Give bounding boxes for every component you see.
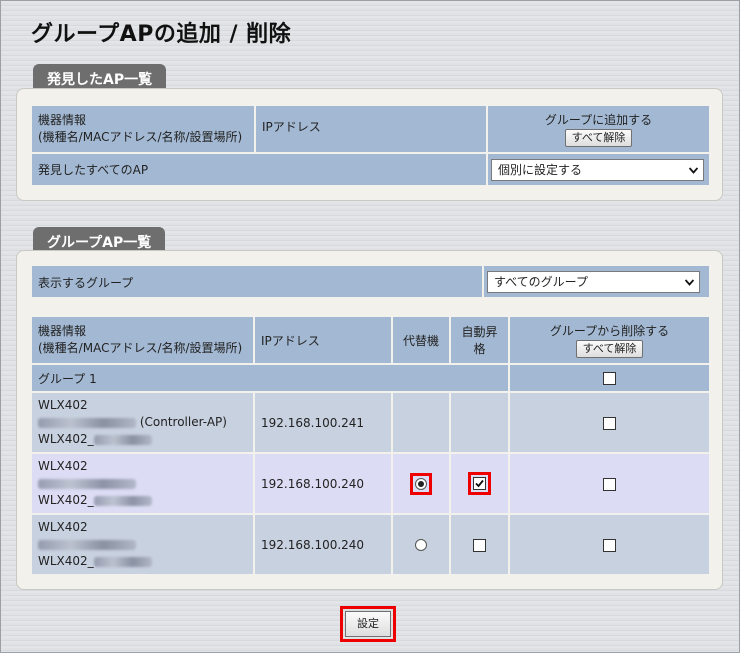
- group-name: グループ 1: [30, 363, 510, 393]
- add-to-group-label: グループに追加する: [544, 112, 653, 127]
- page-title: グループAPの追加 / 削除: [31, 22, 292, 47]
- table-row: WLX402 (Controller-AP) WLX402_ 192.168.1…: [30, 391, 711, 454]
- redacted-mac: [38, 417, 136, 428]
- device-info-header: 機器情報 (機種名/MACアドレス/名称/設置場所): [30, 104, 256, 154]
- display-group-table: 表示するグループ すべてのグループ: [30, 264, 711, 299]
- device-info-header-line1: 機器情報: [38, 113, 87, 127]
- device-name-line: WLX402_: [38, 431, 247, 448]
- delete-checkbox[interactable]: [603, 538, 616, 552]
- device-name-prefix: WLX402_: [38, 432, 94, 446]
- all-ap-select-cell: 個別に設定する: [486, 152, 711, 187]
- alt-cell: [391, 452, 451, 515]
- promote-cell: [449, 391, 510, 454]
- checkmark-icon: [475, 479, 484, 488]
- ip-header: IPアドレス: [253, 315, 393, 365]
- display-group-row: 表示するグループ すべてのグループ: [30, 264, 711, 299]
- all-ap-row: 発見したすべてのAP 個別に設定する: [30, 152, 711, 187]
- add-to-group-header: グループに追加する すべて解除: [486, 104, 711, 154]
- ip-header: IPアドレス: [254, 104, 488, 154]
- discovered-header-row: 機器情報 (機種名/MACアドレス/名称/設置場所) IPアドレス グループに追…: [30, 104, 711, 154]
- device-info-header-line1: 機器情報: [38, 324, 87, 338]
- alt-cell: [391, 513, 451, 576]
- redacted-name: [93, 495, 152, 506]
- group-header-row: 機器情報 (機種名/MACアドレス/名称/設置場所) IPアドレス 代替機 自動…: [30, 315, 711, 365]
- group-delete-cell: [508, 363, 711, 393]
- device-mac-line: [38, 536, 247, 553]
- device-model: WLX402: [38, 398, 88, 412]
- discovered-ap-table: 機器情報 (機種名/MACアドレス/名称/設置場所) IPアドレス グループに追…: [30, 104, 711, 187]
- display-group-select[interactable]: すべてのグループ: [487, 270, 700, 293]
- delete-from-group-header: グループから削除する すべて解除: [508, 315, 711, 365]
- ip-header-label: IPアドレス: [261, 333, 320, 348]
- device-info-cell: WLX402 WLX402_: [30, 452, 255, 515]
- table-row: WLX402 WLX402_ 192.168.100.240: [30, 513, 711, 576]
- promote-header-label: 自動昇格: [461, 325, 498, 356]
- display-group-select-value: すべてのグループ: [494, 274, 588, 289]
- device-model: WLX402: [38, 459, 88, 473]
- redacted-name: [93, 434, 152, 445]
- table-row: WLX402 WLX402_ 192.168.100.240: [30, 452, 711, 515]
- highlight-marker: [468, 472, 491, 495]
- redacted-name: [93, 556, 152, 567]
- group-ap-table: 機器情報 (機種名/MACアドレス/名称/設置場所) IPアドレス 代替機 自動…: [30, 315, 711, 576]
- delete-from-group-label: グループから削除する: [549, 323, 670, 338]
- device-name-prefix: WLX402_: [38, 554, 94, 568]
- delete-cell: [508, 452, 711, 515]
- delete-checkbox[interactable]: [603, 477, 616, 491]
- ip-cell: 192.168.100.240: [253, 513, 393, 576]
- delete-cell: [508, 391, 711, 454]
- group-delete-checkbox[interactable]: [603, 372, 616, 385]
- all-ap-label: 発見したすべてのAP: [30, 152, 488, 187]
- chevron-down-icon: [685, 278, 694, 286]
- promote-checkbox[interactable]: [473, 477, 486, 490]
- device-mac-line: (Controller-AP): [38, 414, 247, 431]
- clear-all-delete-button[interactable]: すべて解除: [575, 339, 644, 358]
- promote-cell: [449, 452, 510, 515]
- device-role: (Controller-AP): [139, 415, 227, 429]
- alt-cell: [391, 391, 451, 454]
- alt-header: 代替機: [391, 315, 451, 365]
- device-model: WLX402: [38, 520, 88, 534]
- redacted-mac: [38, 539, 136, 550]
- discovered-ap-tab: 発見したAP一覧: [33, 64, 167, 90]
- redacted-mac: [38, 478, 136, 489]
- display-group-label: 表示するグループ: [30, 264, 484, 299]
- alt-radio[interactable]: [415, 539, 427, 551]
- display-group-select-cell: すべてのグループ: [482, 264, 711, 299]
- alt-radio[interactable]: [415, 477, 427, 490]
- highlight-marker: 設定: [340, 606, 396, 642]
- promote-cell: [449, 513, 510, 576]
- promote-header: 自動昇格: [449, 315, 510, 365]
- clear-all-add-button[interactable]: すべて解除: [564, 128, 633, 147]
- submit-button[interactable]: 設定: [345, 611, 391, 637]
- device-name-line: WLX402_: [38, 492, 247, 509]
- device-info-header-line2: (機種名/MACアドレス/名称/設置場所): [38, 341, 243, 355]
- ip-cell: 192.168.100.241: [253, 391, 393, 454]
- device-name-line: WLX402_: [38, 553, 247, 570]
- device-info-header-line2: (機種名/MACアドレス/名称/設置場所): [38, 130, 243, 144]
- group-name-row: グループ 1: [30, 363, 711, 393]
- device-mac-line: [38, 475, 247, 492]
- all-ap-select-value: 個別に設定する: [498, 162, 583, 177]
- device-info-cell: WLX402 (Controller-AP) WLX402_: [30, 391, 255, 454]
- device-info-header: 機器情報 (機種名/MACアドレス/名称/設置場所): [30, 315, 255, 365]
- highlight-marker: [410, 472, 432, 495]
- promote-checkbox[interactable]: [473, 538, 486, 552]
- all-ap-select[interactable]: 個別に設定する: [491, 158, 704, 181]
- device-info-cell: WLX402 WLX402_: [30, 513, 255, 576]
- ip-cell: 192.168.100.240: [253, 452, 393, 515]
- delete-cell: [508, 513, 711, 576]
- alt-header-label: 代替機: [402, 333, 439, 348]
- delete-checkbox[interactable]: [603, 416, 616, 430]
- chevron-down-icon: [689, 166, 698, 174]
- device-name-prefix: WLX402_: [38, 493, 94, 507]
- ip-header-label: IPアドレス: [262, 120, 321, 134]
